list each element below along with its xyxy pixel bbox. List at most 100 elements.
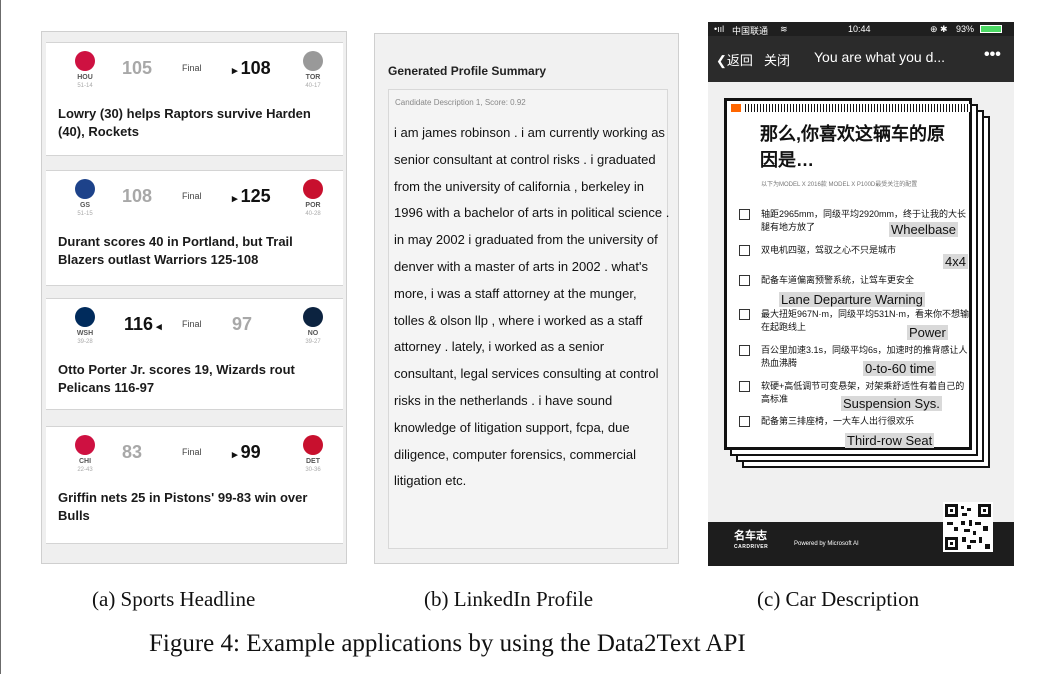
- survey-subtitle: 以下为MODEL X 2016款 MODEL X P100D最受关注的配置: [761, 182, 918, 188]
- game-headline: Griffin nets 25 in Pistons' 99-83 win ov…: [58, 490, 308, 523]
- away-team: WSH 39-28: [60, 305, 110, 346]
- option-english-tag: 0-to-60 time: [863, 361, 937, 376]
- profile-summary-text: i am james robinson . i am currently wor…: [394, 125, 670, 489]
- home-team: TOR 40-17: [288, 49, 338, 90]
- cardriver-logo: 名车志 CARDRIVER: [734, 530, 769, 551]
- caption-car-description: (c) Car Description: [757, 587, 920, 611]
- bluetooth-icon: ⊕ ✱: [930, 24, 948, 34]
- home-team-logo-icon: [301, 177, 325, 201]
- hatch-strip: [745, 104, 970, 112]
- survey-card: 那么,你喜欢这辆车的原因是… 以下为MODEL X 2016款 MODEL X …: [724, 98, 972, 450]
- option-checkbox[interactable]: [739, 275, 750, 286]
- option-checkbox[interactable]: [739, 416, 750, 427]
- game-card[interactable]: HOU 51-14 105 Final ▸ 108 TOR 40-17 Lowry (30) …: [46, 42, 343, 156]
- away-team-abbr: WSH: [76, 330, 94, 337]
- battery-icon: [980, 25, 1002, 33]
- home-team: POR 40-28: [288, 177, 338, 218]
- home-team-abbr: POR: [305, 202, 321, 209]
- away-team: CHI 22-43: [60, 433, 110, 474]
- game-status: Final: [182, 447, 202, 457]
- qr-code-icon: [943, 502, 993, 552]
- option-checkbox[interactable]: [739, 345, 750, 356]
- option-english-tag: Lane Departure Warning: [779, 292, 925, 307]
- car-description-panel: •ııl 中国联通 ≋ 10:44 ⊕ ✱ 93% ❮返回 关闭 You are…: [708, 22, 1014, 566]
- home-team-abbr: NO: [307, 330, 319, 337]
- away-team-abbr: GS: [79, 202, 91, 209]
- away-team-record: 39-28: [77, 339, 93, 345]
- home-team: NO 39-27: [288, 305, 338, 346]
- game-status: Final: [182, 191, 202, 201]
- away-team-logo-icon: [73, 433, 97, 457]
- home-team-logo-icon: [301, 433, 325, 457]
- chevron-left-icon: ❮: [716, 53, 727, 68]
- powered-by-label: Powered by Microsoft AI: [794, 541, 859, 547]
- option-checkbox[interactable]: [739, 245, 750, 256]
- option-english-tag: 4x4: [943, 254, 968, 269]
- away-team: HOU 51-14: [60, 49, 110, 90]
- away-score: 105: [122, 58, 153, 78]
- close-button[interactable]: 关闭: [764, 50, 790, 69]
- nav-title: You are what you d...: [814, 49, 946, 65]
- back-button[interactable]: ❮返回: [716, 50, 753, 69]
- home-team-record: 30-36: [305, 467, 321, 473]
- candidate-description-box: Candidate Description 1, Score: 0.92 i a…: [388, 89, 670, 549]
- option-checkbox[interactable]: [739, 309, 750, 320]
- home-team-abbr: TOR: [305, 74, 321, 81]
- home-team-record: 40-17: [305, 83, 321, 89]
- away-score: 83: [122, 442, 143, 462]
- profile-summary-title: Generated Profile Summary: [388, 64, 547, 78]
- figure-caption: Figure 4: Example applications by using …: [149, 630, 746, 657]
- status-time: 10:44: [848, 24, 871, 34]
- orange-marker: [731, 104, 741, 112]
- home-team-logo-icon: [301, 49, 325, 73]
- game-headline: Lowry (30) helps Raptors survive Harden …: [58, 106, 311, 139]
- option-english-tag: Suspension Sys.: [841, 396, 942, 411]
- home-score: ▸ 99: [232, 442, 261, 462]
- home-team-abbr: DET: [306, 458, 320, 465]
- option-text: 配备第三排座椅，一大车人出行很欢乐: [761, 416, 915, 426]
- game-headline: Otto Porter Jr. scores 19, Wizards rout …: [58, 362, 295, 395]
- caption-sports-headline: (a) Sports Headline: [92, 587, 256, 611]
- survey-question: 那么,你喜欢这辆车的原因是…: [760, 124, 945, 170]
- phone-nav-bar: ❮返回 关闭 You are what you d... •••: [708, 36, 1014, 82]
- option-english-tag: Third-row Seat: [845, 433, 935, 448]
- home-team-logo-icon: [301, 305, 325, 329]
- option-checkbox[interactable]: [739, 209, 750, 220]
- away-team-record: 22-43: [77, 467, 93, 473]
- away-team-abbr: HOU: [77, 74, 93, 81]
- away-team-logo-icon: [73, 177, 97, 201]
- away-team: GS 51-15: [60, 177, 110, 218]
- wifi-icon: ≋: [780, 24, 788, 34]
- more-icon[interactable]: •••: [984, 46, 1001, 64]
- home-score: 97: [232, 314, 253, 334]
- home-team: DET 30-36: [288, 433, 338, 474]
- home-score: ▸ 125: [232, 186, 271, 206]
- away-team-abbr: CHI: [78, 458, 92, 465]
- game-card[interactable]: WSH 39-28 116 ◂ Final 97 NO 39-27 Otto Porter J…: [46, 298, 343, 410]
- home-team-record: 39-27: [305, 339, 321, 345]
- away-score: 108: [122, 186, 153, 206]
- option-english-tag: Power: [907, 325, 948, 340]
- option-text: 配备车道偏离预警系统，让驾车更安全: [761, 275, 915, 285]
- game-card[interactable]: GS 51-15 108 Final ▸ 125 POR 40-28 Durant score…: [46, 170, 343, 286]
- linkedin-profile-panel: Generated Profile Summary Candidate Desc…: [374, 33, 679, 564]
- game-card[interactable]: CHI 22-43 83 Final ▸ 99 DET 30-36 Griffin nets …: [46, 426, 343, 544]
- home-team-record: 40-28: [305, 211, 321, 217]
- caption-linkedin-profile: (b) LinkedIn Profile: [424, 587, 594, 611]
- away-team-record: 51-15: [77, 211, 93, 217]
- option-english-tag: Wheelbase: [889, 222, 959, 237]
- page-edge-line: [0, 0, 1, 674]
- home-score: ▸ 108: [232, 58, 271, 78]
- game-headline: Durant scores 40 in Portland, but Trail …: [58, 234, 293, 267]
- game-status: Final: [182, 63, 202, 73]
- option-checkbox[interactable]: [739, 381, 750, 392]
- away-team-logo-icon: [73, 305, 97, 329]
- away-team-logo-icon: [73, 49, 97, 73]
- sports-headline-panel: HOU 51-14 105 Final ▸ 108 TOR 40-17 Lowry (30) …: [41, 31, 347, 564]
- signal-icon: •ııl: [714, 24, 725, 34]
- game-status: Final: [182, 319, 202, 329]
- away-team-record: 51-14: [77, 83, 93, 89]
- battery-percent: 93%: [956, 24, 975, 34]
- candidate-score-label: Candidate Description 1, Score: 0.92: [395, 98, 526, 107]
- phone-status-bar: •ııl 中国联通 ≋ 10:44 ⊕ ✱ 93%: [708, 22, 1014, 36]
